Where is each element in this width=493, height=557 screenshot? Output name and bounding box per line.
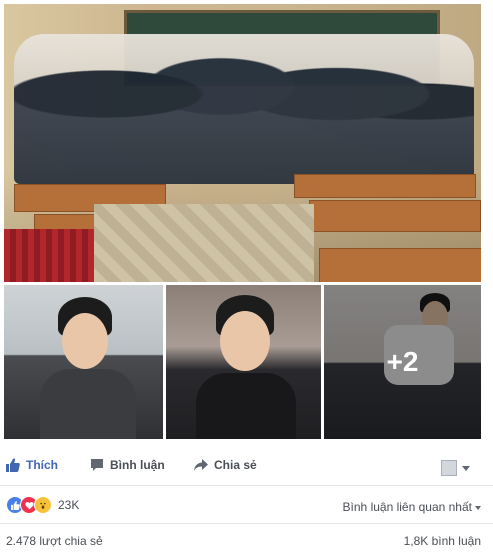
comment-sort-dropdown[interactable]: Bình luận liên quan nhất [343, 500, 481, 514]
reactions-row: 23K Bình luận liên quan nhất [0, 492, 493, 518]
comment-icon [91, 459, 103, 471]
comment-label: Bình luận [110, 458, 165, 472]
photo-portrait-1[interactable] [4, 285, 163, 439]
reaction-count[interactable]: 23K [58, 498, 79, 512]
post-stats: 2.478 lượt chia sẻ 1,8K bình luận [0, 532, 493, 552]
tiled-floor [94, 204, 314, 282]
divider [0, 523, 493, 524]
reaction-icons[interactable] [6, 496, 52, 514]
more-photos-count: +2 [386, 346, 419, 377]
comment-button[interactable]: Bình luận [90, 458, 165, 472]
comment-sort-label: Bình luận liên quan nhất [342, 500, 472, 514]
caret-down-icon [475, 505, 481, 510]
face [62, 313, 108, 369]
comment-count[interactable]: 1,8K bình luận [404, 534, 481, 548]
shirt [40, 369, 136, 439]
red-bag [4, 229, 94, 282]
desk [309, 200, 481, 232]
facebook-post: +2 Thích Bình luận Chia sẻ 23K Bình luận… [0, 0, 493, 557]
post-action-bar: Thích Bình luận Chia sẻ [0, 452, 493, 482]
share-label: Chia sẻ [214, 458, 257, 472]
thumbs-up-icon [6, 458, 20, 472]
shirt [196, 373, 296, 439]
photo-portrait-2[interactable] [166, 285, 321, 439]
divider [0, 485, 493, 486]
students-group [14, 34, 474, 184]
page-avatar-icon [441, 460, 457, 476]
group-photo-classroom[interactable] [4, 4, 481, 282]
share-button[interactable]: Chia sẻ [194, 458, 257, 472]
desk [319, 248, 481, 282]
audience-selector[interactable] [441, 460, 471, 476]
share-arrow-icon [194, 459, 208, 471]
chevron-down-icon [462, 465, 470, 471]
desk [294, 174, 476, 198]
like-label: Thích [26, 458, 58, 472]
wow-reaction-icon [34, 496, 52, 514]
face [220, 311, 270, 371]
photo-portrait-3-more[interactable]: +2 [324, 285, 481, 439]
share-count[interactable]: 2.478 lượt chia sẻ [6, 534, 103, 548]
more-photos-overlay[interactable]: +2 [324, 285, 481, 439]
like-button[interactable]: Thích [6, 458, 58, 472]
